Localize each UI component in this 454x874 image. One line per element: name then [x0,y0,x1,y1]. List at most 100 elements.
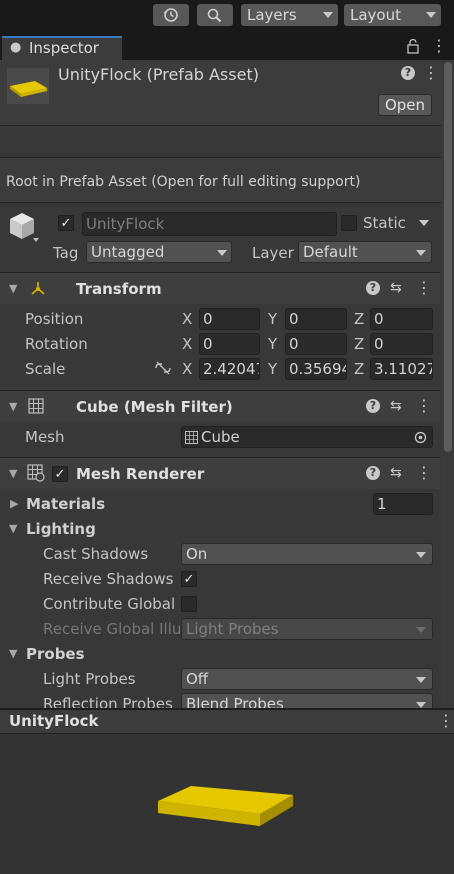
layers-label: Layers [247,6,297,24]
foldout-arrow-icon[interactable]: ▼ [9,282,17,296]
help-icon[interactable]: ? [366,399,380,413]
axis-z-label[interactable]: Z [354,310,364,328]
kebab-menu-icon[interactable]: ⋮ [438,713,454,729]
cast-shadows-label: Cast Shadows [43,545,149,563]
open-button[interactable]: Open [378,94,432,116]
history-icon [163,8,178,22]
axis-z-label[interactable]: Z [354,335,364,353]
mesh-filter-header[interactable]: ▼ Cube (Mesh Filter) ? ⇆ ⋮ [0,390,440,422]
receive-shadows-checkbox[interactable]: ✓ [181,571,197,587]
kebab-menu-icon[interactable]: ⋮ [416,398,432,414]
axis-y-label[interactable]: Y [268,335,277,353]
position-y-field[interactable]: 0 [285,308,347,330]
object-picker-icon[interactable] [414,431,427,444]
mesh-renderer-header[interactable]: ▼ ✓ Mesh Renderer ? ⇆ ⋮ [0,457,440,489]
layers-dropdown[interactable]: Layers [241,4,338,26]
rotation-y-field[interactable]: 0 [285,333,347,355]
lighting-foldout[interactable]: Lighting [26,520,96,538]
asset-title: UnityFlock (Prefab Asset) [58,65,259,84]
preview-title: UnityFlock [9,712,99,730]
chevron-down-icon [426,12,436,18]
mesh-renderer-enabled-checkbox[interactable]: ✓ [52,466,68,482]
axis-x-label[interactable]: X [182,335,192,353]
rotation-x-field[interactable]: 0 [199,333,260,355]
reflection-probes-dropdown[interactable]: Blend Probes [181,693,433,708]
transform-title: Transform [76,280,162,298]
kebab-menu-icon[interactable]: ⋮ [416,280,432,296]
position-x-field[interactable]: 0 [199,308,260,330]
receive-gi-dropdown: Light Probes [181,618,433,640]
presets-icon[interactable]: ⇆ [390,398,402,414]
kebab-menu-icon[interactable]: ⋮ [416,465,432,481]
rotation-z-field[interactable]: 0 [370,333,433,355]
contribute-gi-checkbox[interactable] [181,596,197,612]
mesh-renderer-icon [27,464,45,482]
search-button[interactable] [197,4,233,26]
mesh-label: Mesh [25,428,65,446]
foldout-arrow-icon[interactable]: ▼ [9,647,17,661]
search-icon [207,8,222,23]
presets-icon[interactable]: ⇆ [390,280,402,296]
axis-z-label[interactable]: Z [354,360,364,378]
presets-icon[interactable]: ⇆ [390,465,402,481]
mesh-filter-icon [28,398,44,414]
prefab-thumbnail-icon [7,68,49,104]
position-z-field[interactable]: 0 [370,308,433,330]
light-probes-label: Light Probes [43,670,136,688]
scale-z-field[interactable]: 3.11027 [370,358,433,380]
foldout-arrow-icon[interactable]: ▼ [9,467,17,481]
mesh-renderer-title: Mesh Renderer [76,465,205,483]
tag-dropdown[interactable]: Untagged [86,241,232,263]
axis-y-label[interactable]: Y [268,360,277,378]
preview-header[interactable]: UnityFlock ⋮ [0,710,454,734]
receive-gi-label: Receive Global Illu [43,620,182,638]
static-checkbox[interactable] [341,215,357,231]
receive-gi-value: Light Probes [186,620,279,638]
help-icon[interactable]: ? [366,281,380,295]
lock-icon[interactable] [406,38,420,54]
tab-inspector[interactable]: ● Inspector [2,36,122,60]
layer-label: Layer [252,244,294,262]
cast-shadows-dropdown[interactable]: On [181,543,433,565]
chevron-down-icon [323,12,333,18]
layer-dropdown[interactable]: Default [298,241,432,263]
transform-header[interactable]: ▼ Transform ? ⇆ ⋮ [0,272,440,304]
foldout-arrow-icon[interactable]: ▼ [9,400,17,414]
gameobject-name-field[interactable]: UnityFlock [82,212,337,236]
history-button[interactable] [153,4,189,26]
chevron-down-icon [416,552,426,558]
layout-dropdown[interactable]: Layout [344,4,441,26]
chevron-down-icon [416,627,426,633]
preview-area[interactable] [0,734,454,874]
reflection-probes-label: Reflection Probes [43,695,173,708]
axis-y-label[interactable]: Y [268,310,277,328]
foldout-right-icon[interactable]: ▶ [10,497,18,511]
scale-x-field[interactable]: 2.42047 [199,358,260,380]
gameobject-cube-icon[interactable] [9,211,39,245]
constrain-proportions-icon[interactable] [154,361,172,375]
light-probes-dropdown[interactable]: Off [181,668,433,690]
reflection-probes-value: Blend Probes [186,695,284,708]
chevron-down-icon [217,250,227,256]
static-dropdown-arrow-icon[interactable] [419,220,429,226]
axis-x-label[interactable]: X [182,360,192,378]
scrollbar-thumb[interactable] [444,62,452,452]
help-icon[interactable]: ? [401,66,415,80]
help-icon[interactable]: ? [366,466,380,480]
active-checkbox[interactable]: ✓ [58,215,74,231]
tab-inspector-label: Inspector [29,39,99,57]
root-note: Root in Prefab Asset (Open for full edit… [6,174,361,190]
layout-label: Layout [350,6,401,24]
kebab-menu-icon[interactable]: ⋮ [431,38,447,54]
chevron-down-icon [416,677,426,683]
probes-foldout[interactable]: Probes [26,645,85,663]
receive-shadows-label: Receive Shadows [43,570,174,588]
axis-x-label[interactable]: X [182,310,192,328]
materials-foldout[interactable]: Materials [26,495,105,513]
rotation-label: Rotation [25,335,88,353]
materials-count-field[interactable]: 1 [373,493,433,515]
kebab-menu-icon[interactable]: ⋮ [423,65,439,81]
foldout-arrow-icon[interactable]: ▼ [9,522,17,536]
mesh-object-field[interactable]: Cube [181,426,433,448]
scale-y-field[interactable]: 0.35694 [285,358,347,380]
